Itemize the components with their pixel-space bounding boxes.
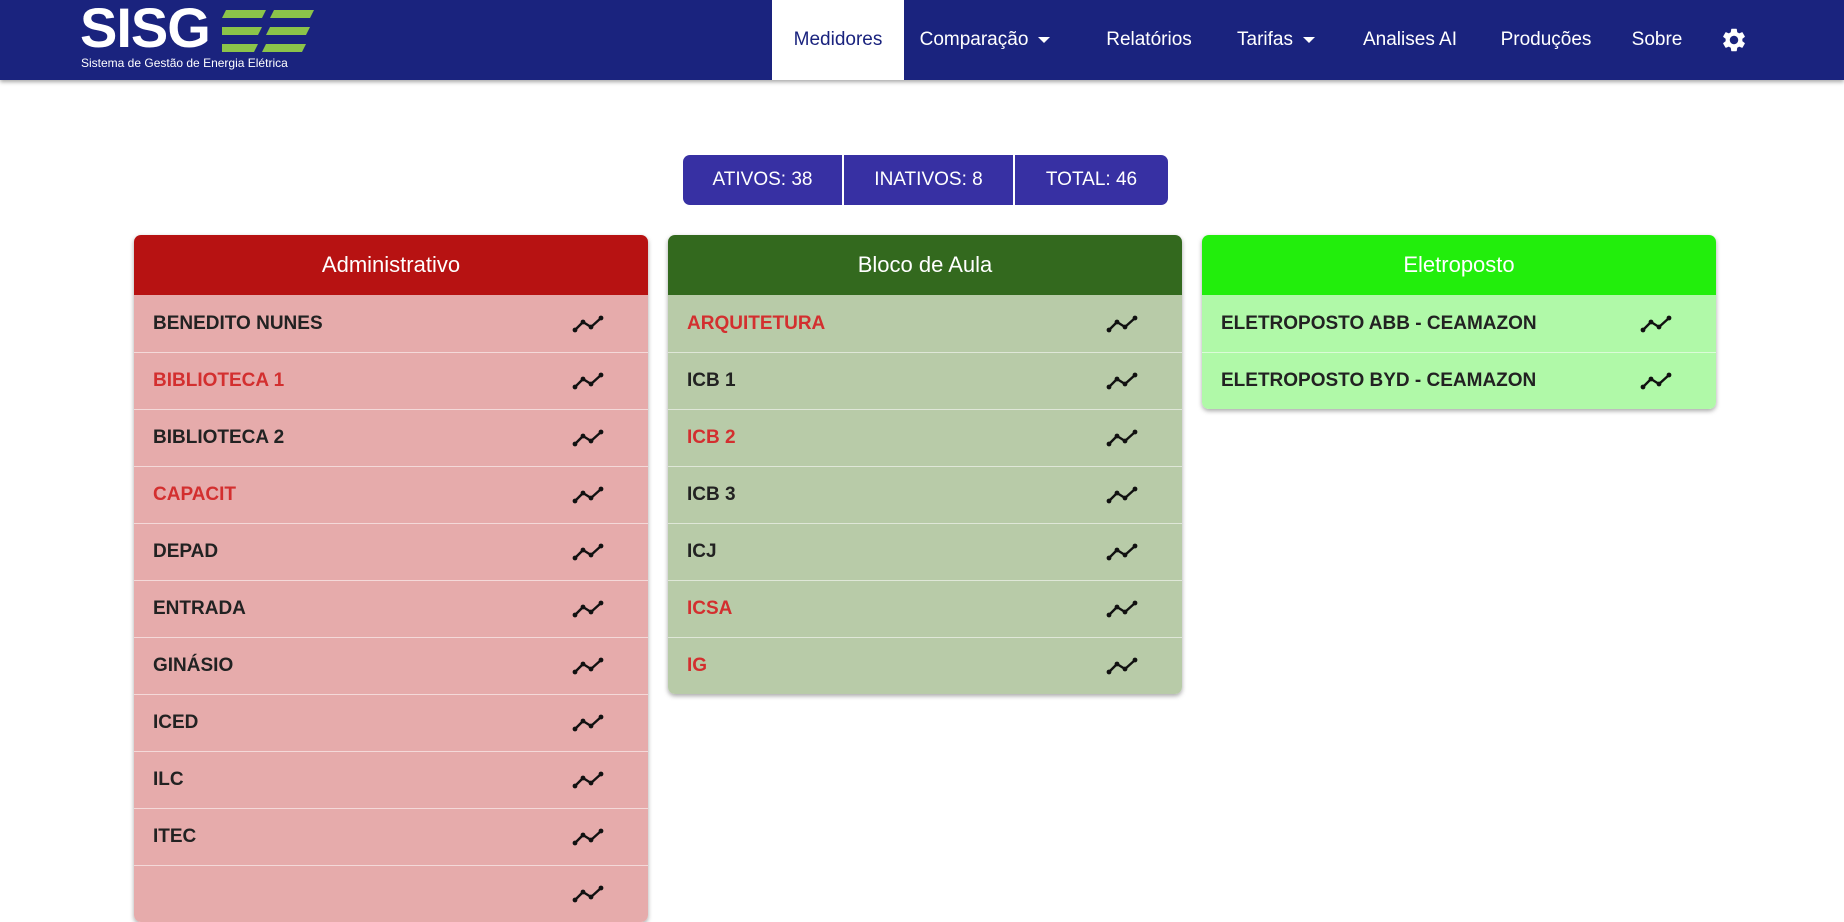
meter-name: ITEC [153, 826, 197, 847]
meter-name: ILC [153, 769, 184, 790]
trend-line-icon[interactable] [572, 883, 604, 905]
nav-producoes[interactable]: Produções [1490, 0, 1602, 80]
meter-name: CAPACIT [153, 484, 237, 505]
caret-down-icon [1302, 37, 1315, 43]
card-header: Eletroposto [1202, 235, 1716, 295]
meter-name: ICSA [687, 598, 733, 619]
meter-row[interactable]: ELETROPOSTO ABB - CEAMAZON [1202, 295, 1716, 352]
trend-line-icon[interactable] [1106, 313, 1138, 335]
nav-medidores[interactable]: Medidores [772, 0, 904, 80]
meter-row[interactable]: ICSA [668, 580, 1182, 637]
meter-row[interactable]: ICB 3 [668, 466, 1182, 523]
meter-row[interactable] [134, 865, 648, 922]
nav-analises-ai[interactable]: Analises AI [1352, 0, 1468, 80]
meter-row[interactable]: CAPACIT [134, 466, 648, 523]
meter-name: ICB 1 [687, 370, 736, 391]
trend-line-icon[interactable] [1106, 541, 1138, 563]
meter-row[interactable]: ITEC [134, 808, 648, 865]
gear-icon[interactable] [1720, 26, 1748, 54]
meter-status-summary: ATIVOS: 38 INATIVOS: 8 TOTAL: 46 [683, 155, 1168, 205]
meter-name: BENEDITO NUNES [153, 312, 323, 334]
meter-row[interactable]: ILC [134, 751, 648, 808]
trend-line-icon[interactable] [572, 313, 604, 335]
total-count-badge: TOTAL: 46 [1015, 155, 1168, 205]
group-card-administrativo: Administrativo BENEDITO NUNES BIBLIOTECA … [134, 235, 648, 922]
nav-analises-label: Analises AI [1363, 29, 1457, 50]
meter-row[interactable]: BIBLIOTECA 1 [134, 352, 648, 409]
trend-line-icon[interactable] [572, 826, 604, 848]
meter-name: ENTRADA [153, 598, 246, 619]
logo-wordmark: SISG [80, 0, 211, 59]
group-card-bloco-de-aula: Bloco de Aula ARQUITETURA ICB 1 ICB 2 ICB 3… [668, 235, 1182, 694]
nav-sobre-label: Sobre [1631, 29, 1683, 50]
nav-comparacao-label: Comparação [919, 29, 1029, 50]
meter-name: DEPAD [153, 541, 219, 562]
meter-name: BIBLIOTECA 1 [153, 370, 285, 391]
card-header: Administrativo [134, 235, 648, 295]
trend-line-icon[interactable] [572, 370, 604, 392]
sisgee-logo[interactable]: SISG Sistema de Gestão de Energia Elétri… [80, 0, 320, 76]
trend-line-icon[interactable] [1106, 370, 1138, 392]
nav-comparacao[interactable]: Comparação [904, 0, 1066, 80]
trend-line-icon[interactable] [572, 712, 604, 734]
meter-name: ICB 3 [687, 484, 736, 505]
trend-line-icon[interactable] [572, 484, 604, 506]
nav-tarifas[interactable]: Tarifas [1222, 0, 1330, 80]
meter-row[interactable]: ARQUITETURA [668, 295, 1182, 352]
trend-line-icon[interactable] [572, 769, 604, 791]
top-navbar: SISG Sistema de Gestão de Energia Elétri… [0, 0, 1844, 80]
nav-relatorios-label: Relatórios [1106, 29, 1192, 50]
trend-line-icon[interactable] [1640, 313, 1672, 335]
trend-line-icon[interactable] [1106, 598, 1138, 620]
meter-row[interactable]: ICED [134, 694, 648, 751]
nav-tarifas-label: Tarifas [1237, 29, 1293, 50]
meter-name: ELETROPOSTO BYD - CEAMAZON [1221, 370, 1537, 391]
meter-row[interactable]: ICB 1 [668, 352, 1182, 409]
meter-list: ELETROPOSTO ABB - CEAMAZON ELETROPOSTO BY… [1202, 295, 1716, 409]
inactive-count-badge: INATIVOS: 8 [844, 155, 1013, 205]
meter-row[interactable]: ELETROPOSTO BYD - CEAMAZON [1202, 352, 1716, 409]
meter-row[interactable]: GINÁSIO [134, 637, 648, 694]
nav-producoes-label: Produções [1500, 29, 1592, 50]
meter-row[interactable]: ICB 2 [668, 409, 1182, 466]
trend-line-icon[interactable] [572, 427, 604, 449]
meter-row[interactable]: ICJ [668, 523, 1182, 580]
meter-name: BIBLIOTECA 2 [153, 427, 285, 448]
nav-relatorios[interactable]: Relatórios [1090, 0, 1208, 80]
nav-sobre[interactable]: Sobre [1622, 0, 1692, 80]
meter-list: BENEDITO NUNES BIBLIOTECA 1 BIBLIOTECA 2 CA… [134, 295, 648, 922]
trend-line-icon[interactable] [1640, 370, 1672, 392]
active-count-badge: ATIVOS: 38 [683, 155, 842, 205]
meter-list: ARQUITETURA ICB 1 ICB 2 ICB 3 ICJ ICSA IG [668, 295, 1182, 694]
meter-name: ICJ [687, 541, 717, 562]
trend-line-icon[interactable] [572, 655, 604, 677]
meter-name: GINÁSIO [153, 655, 234, 676]
trend-line-icon[interactable] [572, 541, 604, 563]
meter-row[interactable]: ENTRADA [134, 580, 648, 637]
meter-row[interactable]: IG [668, 637, 1182, 694]
trend-line-icon[interactable] [1106, 655, 1138, 677]
trend-line-icon[interactable] [1106, 427, 1138, 449]
logo-subtitle: Sistema de Gestão de Energia Elétrica [81, 56, 288, 70]
card-header: Bloco de Aula [668, 235, 1182, 295]
meter-name: ICED [153, 712, 199, 733]
meter-name: IG [687, 655, 708, 676]
meter-name: ARQUITETURA [687, 312, 826, 334]
meter-name: ICB 2 [687, 427, 736, 448]
caret-down-icon [1038, 37, 1051, 43]
meter-name: ELETROPOSTO ABB - CEAMAZON [1221, 312, 1537, 334]
meter-row[interactable]: BIBLIOTECA 2 [134, 409, 648, 466]
meter-row[interactable]: DEPAD [134, 523, 648, 580]
meter-row[interactable]: BENEDITO NUNES [134, 295, 648, 352]
nav-medidores-label: Medidores [793, 29, 883, 50]
trend-line-icon[interactable] [572, 598, 604, 620]
trend-line-icon[interactable] [1106, 484, 1138, 506]
logo-bars-icon [222, 10, 314, 52]
group-card-eletroposto: Eletroposto ELETROPOSTO ABB - CEAMAZON EL… [1202, 235, 1716, 409]
